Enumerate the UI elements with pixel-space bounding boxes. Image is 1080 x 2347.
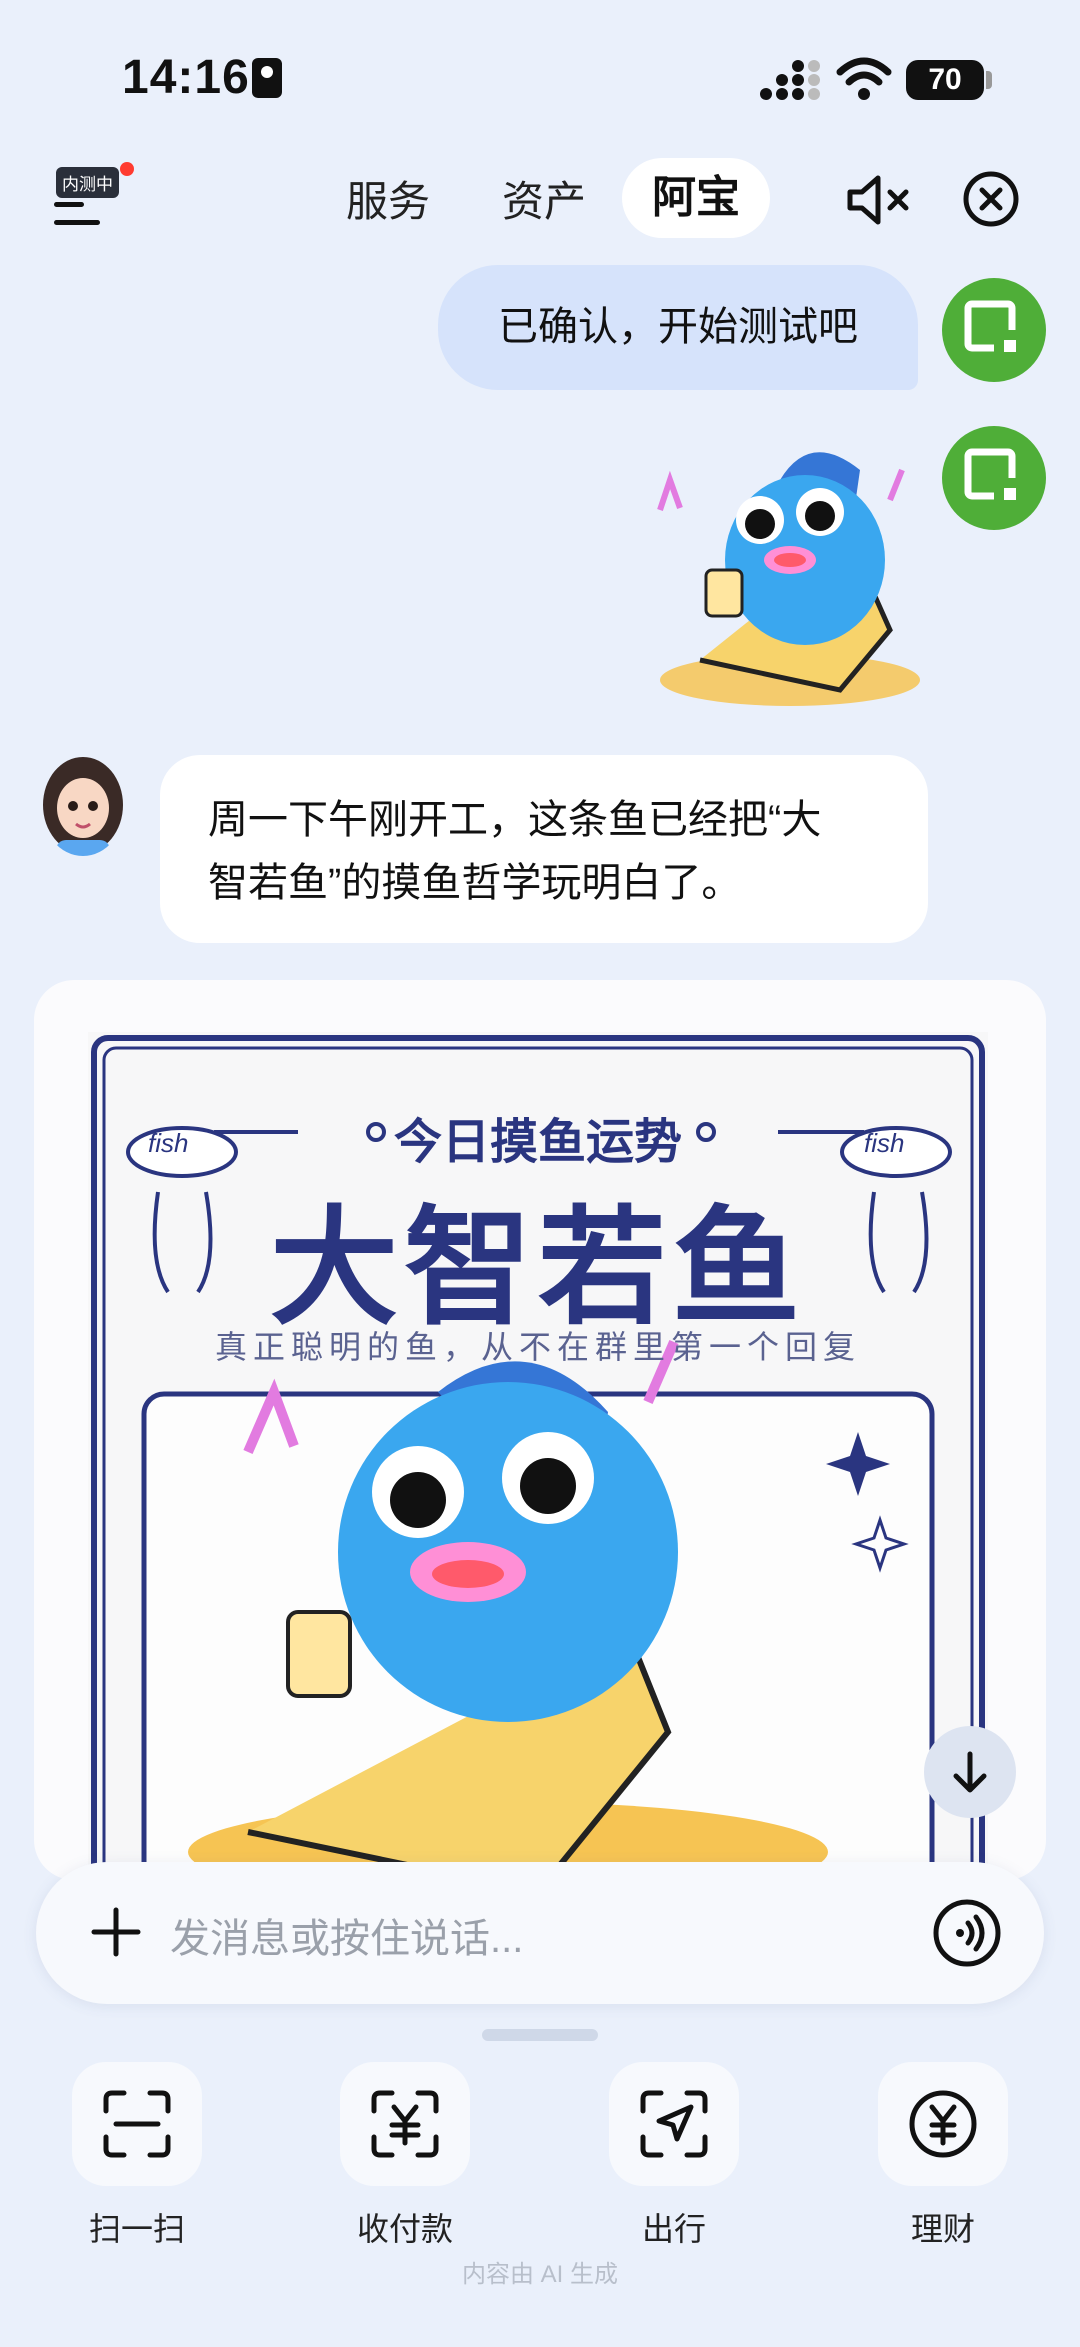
quick-action-travel[interactable]: 出行 <box>609 2062 739 2250</box>
scroll-down-button[interactable] <box>924 1726 1016 1818</box>
finance-icon <box>909 2090 977 2158</box>
person-badge-icon <box>252 58 282 98</box>
message-input[interactable]: 发消息或按住说话... <box>170 1906 523 1964</box>
battery-cap <box>986 71 992 89</box>
scan-icon <box>103 2090 171 2158</box>
mute-icon[interactable] <box>846 172 912 228</box>
quick-action-payment[interactable]: 收付款 <box>340 2062 470 2250</box>
assistant-message-line2: 智若鱼”的摸鱼哲学玩明白了。 <box>208 861 742 905</box>
ai-disclaimer: 内容由 AI 生成 <box>461 2261 618 2288</box>
poster-image: 今日摸鱼运势 大智若鱼 真正聪明的鱼，从不在群里第一个回复 fish fish <box>88 1032 988 1880</box>
status-time: 14:16 <box>122 51 250 104</box>
user-avatar[interactable] <box>942 278 1046 382</box>
quick-action-label: 理财 <box>910 2211 975 2247</box>
fish-label-right: fish <box>864 1128 905 1158</box>
quick-action-scan[interactable]: 扫一扫 <box>72 2062 202 2250</box>
fish-label-left: fish <box>148 1128 189 1158</box>
tab-services[interactable]: 服务 <box>346 168 430 229</box>
assistant-message-bubble: 周一下午刚开工，这条鱼已经把“大 智若鱼”的摸鱼哲学玩明白了。 <box>160 755 928 943</box>
travel-icon <box>640 2090 708 2158</box>
payment-icon <box>371 2090 439 2158</box>
plus-icon[interactable] <box>86 1902 146 1962</box>
user-message-bubble: 已确认，开始测试吧 <box>438 265 918 390</box>
poster-subtitle: 真正聪明的鱼，从不在群里第一个回复 <box>214 1329 861 1365</box>
quick-action-label: 扫一扫 <box>88 2211 185 2247</box>
menu-icon[interactable] <box>54 196 106 228</box>
wifi-icon <box>836 57 892 100</box>
beta-badge: 内测中 <box>56 167 119 198</box>
tab-abao[interactable]: 阿宝 <box>622 158 770 238</box>
assistant-message-line1: 周一下午刚开工，这条鱼已经把“大 <box>208 798 822 842</box>
arrow-down-icon <box>953 1751 987 1793</box>
drag-handle[interactable] <box>482 2029 598 2041</box>
assistant-avatar[interactable] <box>40 750 126 856</box>
quick-action-finance[interactable]: 理财 <box>878 2062 1008 2250</box>
message-input-bar[interactable]: 发消息或按住说话... <box>36 1862 1044 2004</box>
battery-indicator: 70 <box>906 60 984 100</box>
close-icon[interactable] <box>962 170 1020 228</box>
notification-dot <box>120 162 134 176</box>
quick-action-label: 出行 <box>641 2211 706 2247</box>
tab-assets[interactable]: 资产 <box>502 168 586 229</box>
quick-action-label: 收付款 <box>356 2211 453 2247</box>
signal-icon <box>760 60 820 100</box>
voice-icon[interactable] <box>932 1898 1002 1968</box>
generated-image-card[interactable]: 今日摸鱼运势 大智若鱼 真正聪明的鱼，从不在群里第一个回复 fish fish <box>34 980 1046 1880</box>
fish-sticker[interactable] <box>640 430 930 720</box>
user-avatar-2[interactable] <box>942 426 1046 530</box>
poster-header: 今日摸鱼运势 <box>393 1116 682 1169</box>
